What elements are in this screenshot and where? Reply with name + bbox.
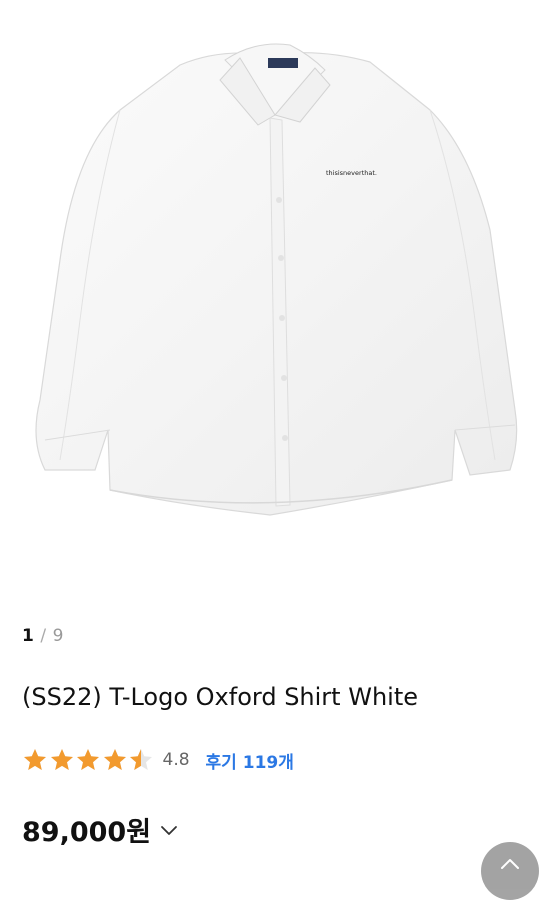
star-rating bbox=[22, 747, 155, 773]
chevron-down-icon[interactable] bbox=[159, 820, 179, 840]
pager-current: 1 bbox=[22, 626, 35, 646]
star-icon bbox=[103, 749, 126, 770]
star-icon bbox=[77, 749, 99, 770]
price-toggle[interactable]: 89,000원 bbox=[22, 810, 179, 849]
chevron-up-icon bbox=[501, 859, 519, 869]
star-icon bbox=[24, 749, 46, 770]
rating-row: 4.8 후기 119개 bbox=[22, 746, 294, 774]
product-title: (SS22) T-Logo Oxford Shirt White bbox=[22, 683, 418, 711]
product-image[interactable]: thisisneverthat. bbox=[0, 0, 554, 600]
product-price: 89,000원 bbox=[22, 817, 152, 848]
pager-separator: / bbox=[40, 626, 47, 646]
star-icon bbox=[50, 749, 73, 770]
shirt-image: thisisneverthat. bbox=[35, 43, 518, 516]
scroll-to-top-button[interactable] bbox=[481, 842, 539, 900]
chest-logo: thisisneverthat. bbox=[326, 169, 377, 177]
image-pager: 1/9 bbox=[22, 626, 64, 646]
rating-value: 4.8 bbox=[162, 750, 190, 770]
reviews-link[interactable]: 후기 119개 bbox=[206, 748, 294, 773]
pager-total: 9 bbox=[52, 626, 64, 646]
star-icon bbox=[130, 749, 152, 770]
